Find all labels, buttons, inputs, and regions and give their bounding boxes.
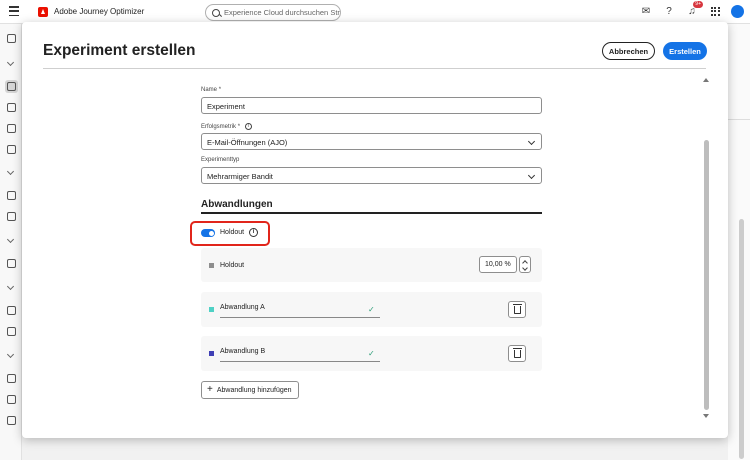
name-label: Name *	[201, 87, 222, 93]
holdout-card: Holdout 10,00 %	[201, 248, 542, 282]
audience-icon[interactable]	[7, 191, 16, 200]
background-page	[728, 24, 750, 460]
chevron-down-icon[interactable]	[6, 235, 15, 244]
metric-label: Erfolgsmetrik * i	[201, 123, 252, 130]
holdout-percent-value: 10,00 %	[485, 261, 511, 268]
app-title: Adobe Journey Optimizer	[54, 7, 145, 16]
apps-grid-icon[interactable]	[708, 4, 722, 18]
add-variation-label: Abwandlung hinzufügen	[216, 386, 292, 394]
reports-icon[interactable]	[7, 259, 16, 268]
type-label: Experimenttyp	[201, 157, 240, 163]
feedback-icon[interactable]: ✉	[639, 4, 653, 18]
document-icon[interactable]	[7, 145, 16, 154]
trash-icon	[513, 348, 522, 358]
background-scrollbar[interactable]	[739, 219, 744, 459]
create-button[interactable]: Erstellen	[663, 42, 707, 60]
create-experiment-dialog: Experiment erstellen Abbrechen Erstellen…	[22, 22, 728, 438]
metric-select[interactable]: E-Mail-Öffnungen (AJO)	[201, 133, 542, 150]
chevron-down-icon[interactable]	[6, 282, 15, 291]
settings-icon[interactable]	[7, 395, 16, 404]
chevron-down-icon[interactable]	[6, 167, 15, 176]
info-icon[interactable]: i	[249, 228, 258, 237]
delete-variation-b-button[interactable]	[508, 345, 526, 362]
name-value: Experiment	[207, 102, 245, 111]
campaign-icon[interactable]	[7, 82, 16, 91]
bell-icon[interactable]: ♫ 9+	[685, 1, 703, 18]
search-placeholder: Experience Cloud durchsuchen Str...	[224, 8, 340, 17]
avatar[interactable]	[731, 4, 744, 18]
name-field[interactable]: Experiment	[201, 97, 542, 114]
chevron-down-icon[interactable]	[6, 58, 15, 67]
type-value: Mehrarmiger Bandit	[207, 172, 273, 181]
sources-icon[interactable]	[7, 327, 16, 336]
divider	[728, 119, 750, 120]
search-icon	[212, 8, 220, 17]
variation-a-underline	[220, 317, 380, 318]
privacy-icon[interactable]	[7, 416, 16, 425]
check-icon: ✓	[368, 349, 375, 358]
variation-card-a: Abwandlung A ✓	[201, 292, 542, 327]
metric-value: E-Mail-Öffnungen (AJO)	[207, 138, 288, 147]
info-icon[interactable]: i	[244, 123, 252, 130]
help-icon[interactable]: ?	[662, 4, 676, 18]
variation-b-underline	[220, 361, 380, 362]
chevron-down-icon	[527, 171, 536, 180]
variations-heading: Abwandlungen	[201, 199, 273, 210]
plus-icon: +	[207, 384, 213, 395]
chevron-down-icon	[527, 137, 536, 146]
menu-icon[interactable]	[9, 6, 19, 16]
chevron-down-icon[interactable]	[6, 350, 15, 359]
content-icon[interactable]	[7, 124, 16, 133]
variation-b-name[interactable]: Abwandlung B	[220, 348, 265, 355]
scroll-down-icon[interactable]	[703, 414, 709, 418]
variation-b-color-swatch	[209, 351, 214, 356]
section-divider	[201, 212, 542, 214]
add-variation-button[interactable]: + Abwandlung hinzufügen	[201, 381, 299, 399]
trash-icon	[513, 304, 522, 314]
holdout-percent-input[interactable]: 10,00 %	[479, 256, 517, 273]
adobe-logo-icon	[38, 7, 48, 17]
search-input[interactable]: Experience Cloud durchsuchen Str...	[205, 4, 341, 21]
type-select[interactable]: Mehrarmiger Bandit	[201, 167, 542, 184]
variation-a-color-swatch	[209, 307, 214, 312]
divider	[43, 68, 706, 69]
home-icon[interactable]	[7, 34, 16, 43]
holdout-color-swatch	[209, 263, 214, 268]
percent-stepper[interactable]	[519, 256, 531, 273]
check-icon: ✓	[368, 305, 375, 314]
holdout-row-label: Holdout	[220, 262, 245, 269]
cancel-button[interactable]: Abbrechen	[602, 42, 655, 60]
dialog-title: Experiment erstellen	[43, 42, 196, 59]
top-bar: Adobe Journey Optimizer Experience Cloud…	[0, 0, 750, 24]
journey-icon[interactable]	[7, 103, 16, 112]
delete-variation-a-button[interactable]	[508, 301, 526, 318]
chevron-down-icon[interactable]	[522, 265, 528, 271]
variation-card-b: Abwandlung B ✓	[201, 336, 542, 371]
notification-badge: 9+	[693, 1, 703, 8]
left-navigation	[0, 24, 22, 460]
scroll-up-icon[interactable]	[703, 78, 709, 82]
variation-a-name[interactable]: Abwandlung A	[220, 304, 265, 311]
channels-icon[interactable]	[7, 374, 16, 383]
holdout-toggle[interactable]	[201, 229, 215, 237]
profile-icon[interactable]	[7, 212, 16, 221]
dialog-scrollbar[interactable]	[704, 140, 709, 410]
schemas-icon[interactable]	[7, 306, 16, 315]
holdout-toggle-label: Holdout	[220, 229, 245, 236]
